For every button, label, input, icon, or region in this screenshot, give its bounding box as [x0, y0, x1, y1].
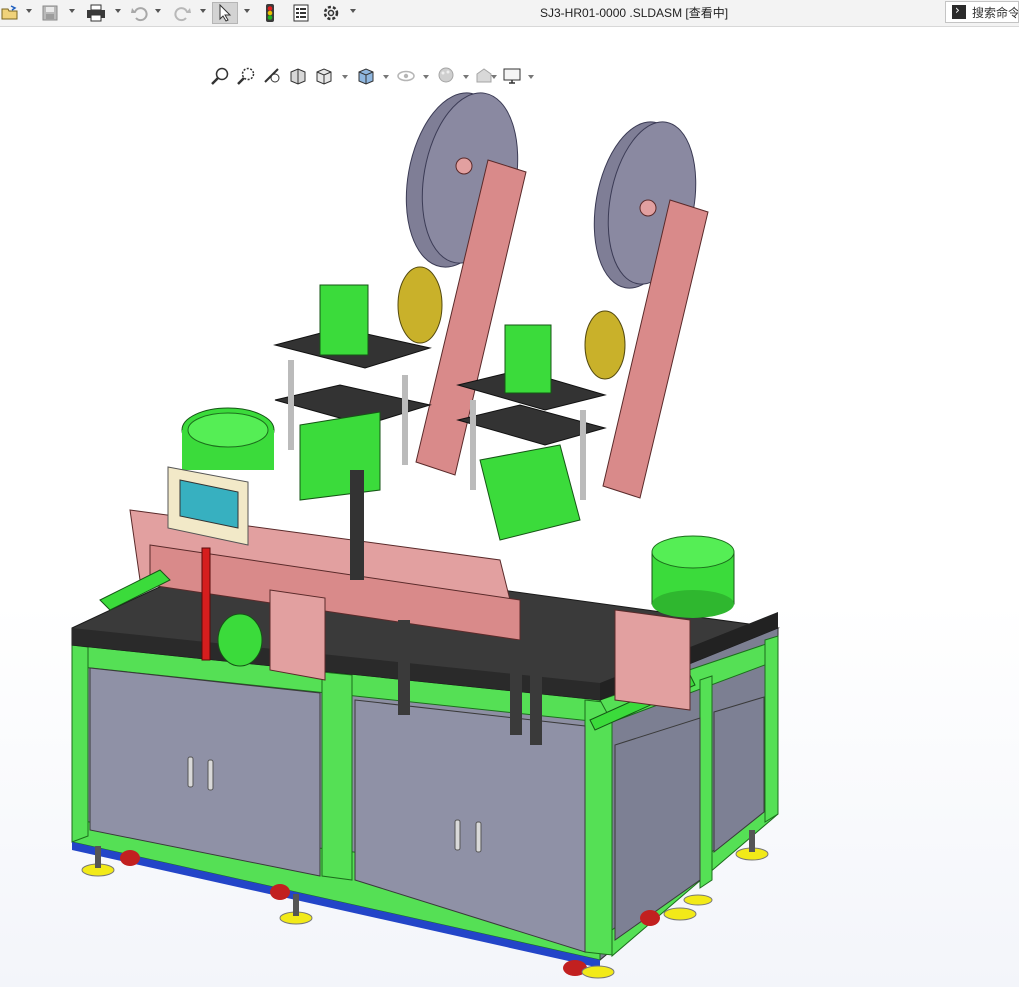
apply-scene-dropdown-arrow[interactable]: [491, 75, 497, 79]
file-properties-icon[interactable]: [290, 2, 312, 24]
open-icon[interactable]: [0, 2, 20, 24]
view-settings-icon[interactable]: [502, 66, 522, 86]
open-dropdown-arrow[interactable]: [26, 9, 32, 13]
hide-show-items-icon[interactable]: [396, 66, 416, 86]
view-orientation-dropdown-arrow[interactable]: [342, 75, 348, 79]
section-view-icon[interactable]: [288, 66, 308, 86]
graphics-viewport[interactable]: [0, 27, 1019, 987]
previous-view-icon[interactable]: [262, 66, 282, 86]
command-search-input[interactable]: 搜索命令: [945, 1, 1019, 23]
document-title: SJ3-HR01-0000 .SLDASM [查看中]: [540, 6, 729, 20]
save-dropdown-arrow[interactable]: [69, 9, 75, 13]
command-search-placeholder: 搜索命令: [972, 5, 1019, 20]
display-style-dropdown-arrow[interactable]: [383, 75, 389, 79]
view-settings-dropdown-arrow[interactable]: [528, 75, 534, 79]
options-dropdown-arrow[interactable]: [350, 9, 356, 13]
redo-icon[interactable]: [172, 2, 194, 24]
print-dropdown-arrow[interactable]: [115, 9, 121, 13]
select-icon[interactable]: [212, 2, 238, 24]
command-prompt-icon: [952, 3, 966, 19]
edit-appearance-dropdown-arrow[interactable]: [463, 75, 469, 79]
view-heads-up-toolbar: [0, 30, 1019, 85]
display-style-icon[interactable]: [356, 66, 376, 86]
view-orientation-icon[interactable]: [314, 66, 334, 86]
rebuild-icon[interactable]: [260, 2, 280, 24]
assembly-model[interactable]: [0, 27, 1019, 987]
undo-icon[interactable]: [128, 2, 150, 24]
zoom-to-fit-icon[interactable]: [210, 66, 230, 86]
print-icon[interactable]: [84, 2, 108, 24]
edit-appearance-icon[interactable]: [436, 66, 456, 86]
redo-dropdown-arrow[interactable]: [200, 9, 206, 13]
hide-show-items-dropdown-arrow[interactable]: [423, 75, 429, 79]
select-dropdown-arrow[interactable]: [244, 9, 250, 13]
zoom-to-area-icon[interactable]: [236, 66, 256, 86]
undo-dropdown-arrow[interactable]: [155, 9, 161, 13]
save-icon[interactable]: [38, 2, 62, 24]
options-icon[interactable]: [320, 2, 342, 24]
title-bar: SJ3-HR01-0000 .SLDASM [查看中] 搜索命令: [0, 0, 1019, 27]
